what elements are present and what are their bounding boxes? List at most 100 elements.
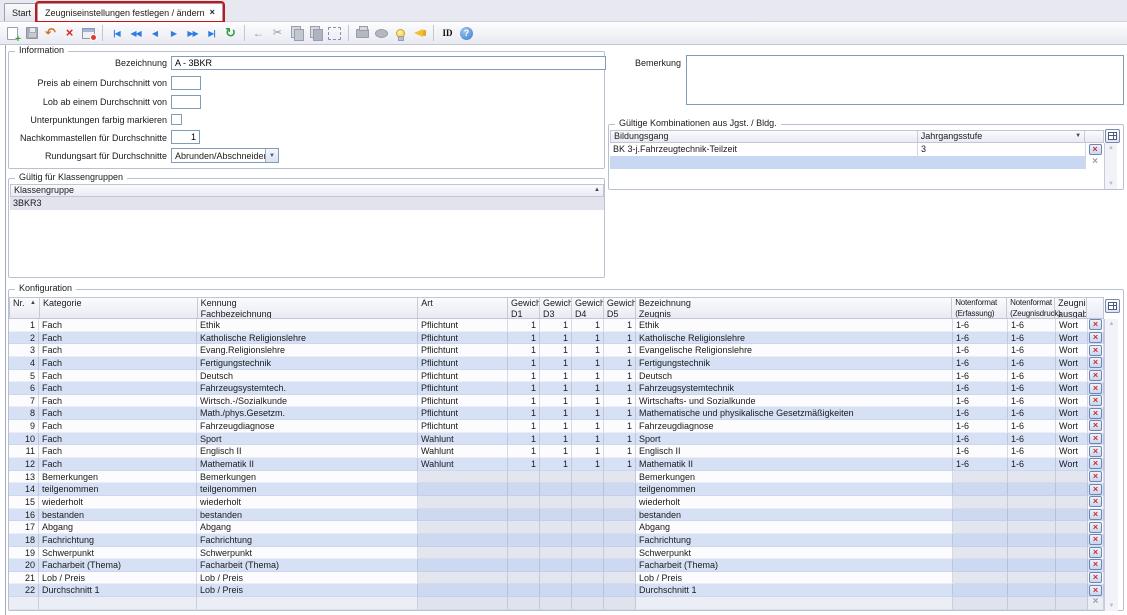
cell-gewicht-d3[interactable] xyxy=(540,559,572,572)
cell-bezeichnung-zeugnis[interactable]: Mathematik II xyxy=(636,458,953,471)
cell-gewicht-d3[interactable]: 1 xyxy=(540,370,572,383)
cell-delete[interactable]: × xyxy=(1088,547,1104,560)
cell-notenformat-zeugnisdruck[interactable] xyxy=(1008,547,1056,560)
cell-zeugnisausgabe[interactable] xyxy=(1056,471,1088,484)
column-header-klassengruppe[interactable]: Klassengruppe▲ xyxy=(11,185,603,196)
nav-next-button[interactable]: ▶ xyxy=(164,24,183,43)
cell-notenformat-erfassung[interactable] xyxy=(953,509,1008,522)
delete-row-button-disabled[interactable]: × xyxy=(1089,157,1102,168)
cell-bezeichnung-zeugnis[interactable]: Lob / Preis xyxy=(636,572,953,585)
delete-row-button[interactable]: × xyxy=(1089,534,1102,545)
cell-nr[interactable]: 10 xyxy=(9,433,39,446)
delete-row-button[interactable]: × xyxy=(1089,585,1102,596)
table-row[interactable]: 4 Fach Fertigungstechnik Pflichtunt 1 1 … xyxy=(9,357,1104,370)
cell-nr[interactable]: 16 xyxy=(9,509,39,522)
cell-gewicht-d5[interactable] xyxy=(604,521,636,534)
cell-gewicht-d3[interactable] xyxy=(540,572,572,585)
table-row[interactable]: 13 Bemerkungen Bemerkungen Bemerkungen × xyxy=(9,471,1104,484)
column-header-bildungsgang[interactable]: Bildungsgang xyxy=(611,131,918,142)
cell-gewicht-d3[interactable] xyxy=(540,509,572,522)
delete-row-button[interactable]: × xyxy=(1089,471,1102,482)
table-row[interactable]: 2 Fach Katholische Religionslehre Pflich… xyxy=(9,332,1104,345)
column-header-jahrgangsstufe[interactable]: Jahrgangsstufe▼ xyxy=(918,131,1085,142)
cell-kennung[interactable]: Deutsch xyxy=(197,370,418,383)
cell-notenformat-erfassung[interactable] xyxy=(953,584,1008,597)
cell-gewicht-d5[interactable]: 1 xyxy=(604,344,636,357)
copy-button[interactable] xyxy=(287,24,306,43)
cell-notenformat-zeugnisdruck[interactable] xyxy=(1008,597,1056,610)
cell-art[interactable]: Pflichtunt xyxy=(418,407,508,420)
nav-next-fast-button[interactable]: ▶▶ xyxy=(183,24,202,43)
preis-input[interactable] xyxy=(171,76,201,90)
cell-gewicht-d4[interactable]: 1 xyxy=(572,433,604,446)
cell-gewicht-d4[interactable]: 1 xyxy=(572,344,604,357)
cell-gewicht-d1[interactable] xyxy=(508,471,540,484)
nav-last-button[interactable]: ▶| xyxy=(202,24,221,43)
cell-bezeichnung-zeugnis[interactable]: wiederholt xyxy=(636,496,953,509)
cell-gewicht-d4[interactable]: 1 xyxy=(572,382,604,395)
cell-bezeichnung-zeugnis[interactable]: Schwerpunkt xyxy=(636,547,953,560)
table-row[interactable]: 3BKR3 xyxy=(10,197,604,210)
cell-kategorie[interactable]: bestanden xyxy=(39,509,197,522)
table-row[interactable]: 12 Fach Mathematik II Wahlunt 1 1 1 1 Ma… xyxy=(9,458,1104,471)
cell-kategorie[interactable]: Schwerpunkt xyxy=(39,547,197,560)
cell-delete[interactable]: × xyxy=(1088,395,1104,408)
cell-kategorie[interactable]: Abgang xyxy=(39,521,197,534)
column-header-nr[interactable]: Nr.▲ xyxy=(10,298,40,318)
cell-jahrgangsstufe[interactable] xyxy=(918,156,1086,169)
cell-delete[interactable]: × xyxy=(1088,559,1104,572)
cell-gewicht-d4[interactable]: 1 xyxy=(572,445,604,458)
cell-zeugnisausgabe[interactable] xyxy=(1056,534,1088,547)
cell-kategorie[interactable] xyxy=(39,597,197,610)
cell-nr[interactable]: 8 xyxy=(9,407,39,420)
cell-bezeichnung-zeugnis[interactable]: teilgenommen xyxy=(636,483,953,496)
cell-zeugnisausgabe[interactable]: Wort xyxy=(1056,344,1088,357)
delete-row-button[interactable]: × xyxy=(1089,433,1102,444)
cell-notenformat-zeugnisdruck[interactable]: 1-6 xyxy=(1008,458,1056,471)
scroll-down-icon[interactable]: ▼ xyxy=(1105,179,1117,189)
cell-nr[interactable]: 5 xyxy=(9,370,39,383)
scroll-up-icon[interactable]: ▲ xyxy=(1105,143,1117,153)
table-row[interactable]: 11 Fach Englisch II Wahlunt 1 1 1 1 Engl… xyxy=(9,445,1104,458)
delete-row-button[interactable]: × xyxy=(1089,572,1102,583)
cell-nr[interactable]: 22 xyxy=(9,584,39,597)
cell-notenformat-erfassung[interactable]: 1-6 xyxy=(953,395,1008,408)
delete-row-button[interactable]: × xyxy=(1089,547,1102,558)
cell-zeugnisausgabe[interactable] xyxy=(1056,597,1088,610)
cell-kennung[interactable]: Evang.Religionslehre xyxy=(197,344,418,357)
cell-delete[interactable]: × xyxy=(1088,471,1104,484)
cell-bezeichnung-zeugnis[interactable]: Wirtschafts- und Sozialkunde xyxy=(636,395,953,408)
cell-art[interactable] xyxy=(418,471,508,484)
cell-gewicht-d4[interactable] xyxy=(572,534,604,547)
cell-delete[interactable]: × xyxy=(1088,382,1104,395)
cell-nr[interactable]: 12 xyxy=(9,458,39,471)
cell-art[interactable]: Pflichtunt xyxy=(418,370,508,383)
cell-gewicht-d5[interactable] xyxy=(604,547,636,560)
cell-kategorie[interactable]: Fach xyxy=(39,370,197,383)
cell-delete[interactable]: × xyxy=(1088,496,1104,509)
cell-gewicht-d1[interactable] xyxy=(508,521,540,534)
cell-kennung[interactable]: bestanden xyxy=(197,509,418,522)
cell-kennung[interactable]: Wirtsch.-/Sozialkunde xyxy=(197,395,418,408)
cell-gewicht-d1[interactable] xyxy=(508,509,540,522)
cell-bildungsgang[interactable] xyxy=(610,156,918,169)
cell-klassengruppe[interactable]: 3BKR3 xyxy=(10,197,604,210)
cell-gewicht-d3[interactable]: 1 xyxy=(540,445,572,458)
cell-art[interactable]: Pflichtunt xyxy=(418,319,508,332)
cell-gewicht-d1[interactable]: 1 xyxy=(508,370,540,383)
cell-notenformat-erfassung[interactable]: 1-6 xyxy=(953,319,1008,332)
cell-zeugnisausgabe[interactable]: Wort xyxy=(1056,370,1088,383)
cell-gewicht-d5[interactable] xyxy=(604,471,636,484)
cell-zeugnisausgabe[interactable] xyxy=(1056,584,1088,597)
cell-bezeichnung-zeugnis[interactable]: Abgang xyxy=(636,521,953,534)
cell-gewicht-d3[interactable]: 1 xyxy=(540,407,572,420)
cell-bezeichnung-zeugnis[interactable]: Sport xyxy=(636,433,953,446)
cell-kennung[interactable]: Schwerpunkt xyxy=(197,547,418,560)
cell-gewicht-d1[interactable]: 1 xyxy=(508,344,540,357)
hint-button[interactable] xyxy=(391,24,410,43)
unterpunktungen-checkbox[interactable] xyxy=(171,114,182,125)
chevron-down-icon[interactable]: ▼ xyxy=(265,149,278,162)
cell-zeugnisausgabe[interactable]: Wort xyxy=(1056,407,1088,420)
cell-bezeichnung-zeugnis[interactable]: Mathematische und physikalische Gesetzmä… xyxy=(636,407,953,420)
cell-gewicht-d3[interactable]: 1 xyxy=(540,395,572,408)
